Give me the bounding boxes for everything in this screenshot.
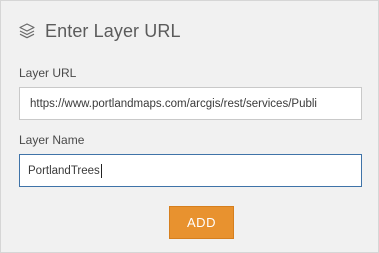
layer-name-label: Layer Name [19,133,85,147]
layer-name-input[interactable]: PortlandTrees [19,154,362,187]
panel-header: Enter Layer URL [18,18,181,44]
add-button[interactable]: ADD [169,206,234,239]
layer-url-label: Layer URL [19,66,77,80]
layers-icon [18,22,36,40]
text-caret [100,163,102,178]
layer-url-input[interactable]: https://www.portlandmaps.com/arcgis/rest… [19,87,362,120]
panel-title: Enter Layer URL [45,20,181,41]
layer-url-value: https://www.portlandmaps.com/arcgis/rest… [30,97,317,110]
layer-name-value: PortlandTrees [28,164,100,177]
add-layer-panel: Enter Layer URL Layer URL https://www.po… [0,0,379,253]
